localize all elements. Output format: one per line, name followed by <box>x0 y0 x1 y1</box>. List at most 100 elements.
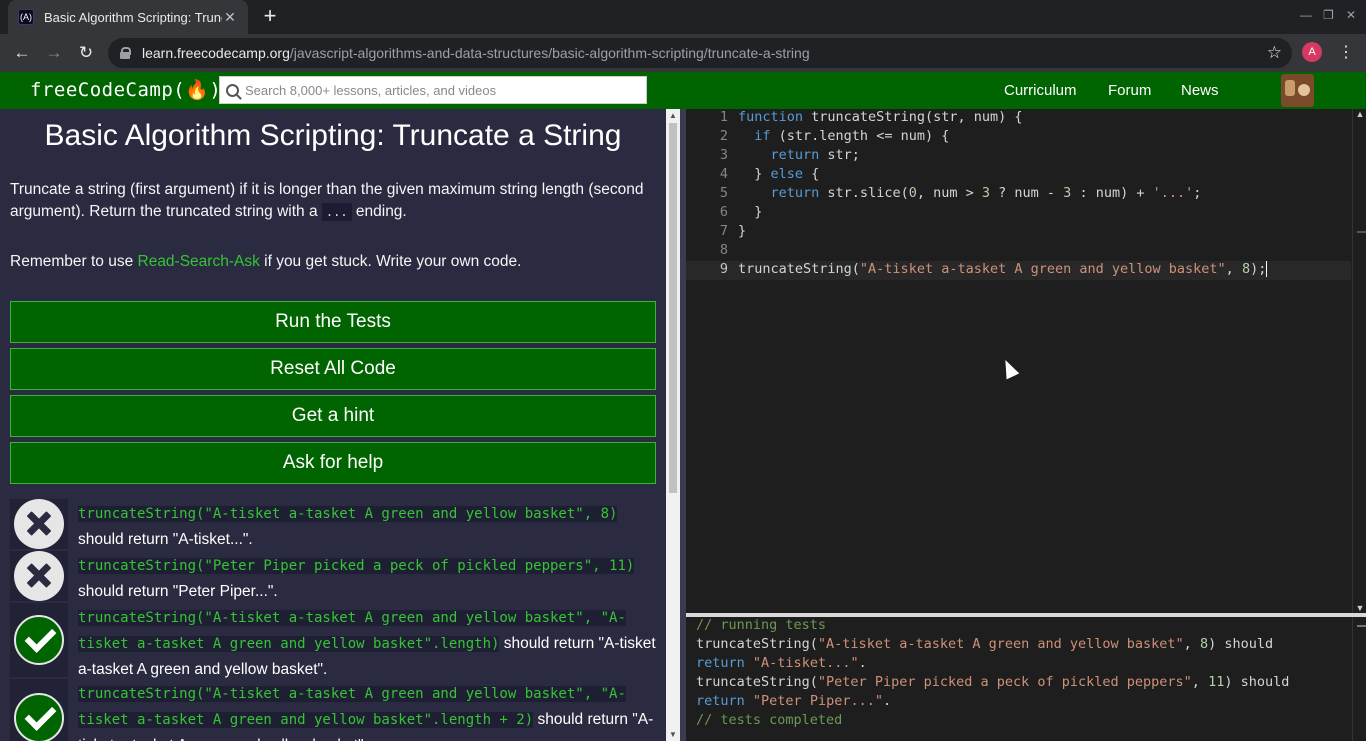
test-text: truncateString("A-tisket a-tasket A gree… <box>68 603 656 678</box>
test-text: truncateString("A-tisket a-tasket A gree… <box>68 499 656 549</box>
challenge-pane: Basic Algorithm Scripting: Truncate a St… <box>0 109 666 741</box>
code-line: 7} <box>686 223 1351 242</box>
scroll-up-icon[interactable]: ▲ <box>666 111 680 120</box>
fcc-favicon-icon: (A) <box>18 9 34 25</box>
code-text: if (str.length <= num) { <box>754 128 950 144</box>
test-code: truncateString("Peter Piper picked a pec… <box>78 558 635 574</box>
description-ending: ending. <box>351 203 407 220</box>
test-expectation: should return "Peter Piper...". <box>78 583 278 600</box>
scrollbar-thumb[interactable] <box>669 123 677 493</box>
test-expectation: should return "A-tisket...". <box>78 531 253 548</box>
console-scrollbar[interactable] <box>1352 617 1366 741</box>
reset-code-button[interactable]: Reset All Code <box>10 348 656 390</box>
fcc-navbar: freeCodeCamp(🔥) Curriculum Forum News <box>0 72 1366 109</box>
profile-avatar[interactable]: A <box>1302 42 1322 62</box>
code-line: 5 return str.slice(0, num > 3 ? num - 3 … <box>686 185 1351 204</box>
code-line-active: 9 truncateString("A-tisket a-tasket A gre… <box>686 261 1351 280</box>
fail-x-icon <box>14 499 64 549</box>
bookmark-star-icon[interactable]: ☆ <box>1267 43 1282 63</box>
test-status <box>10 679 68 741</box>
remember-note: Remember to use Read-Search-Ask if you g… <box>10 253 660 271</box>
test-status <box>10 551 68 601</box>
scrollbar-thumb[interactable] <box>1357 625 1366 627</box>
window-close-icon[interactable]: ✕ <box>1346 8 1356 22</box>
code-line: 1 function truncateString(str, num) { <box>686 109 1351 128</box>
restore-icon[interactable]: ❐ <box>1323 8 1334 22</box>
browser-tab[interactable]: (A) Basic Algorithm Scripting: Trunc ✕ <box>8 0 248 34</box>
console-line: truncateString("Peter Piper picked a pec… <box>696 674 1290 690</box>
address-toolbar: ← → ↻ learn.freecodecamp.org/javascript-… <box>0 34 1366 72</box>
nav-news-link[interactable]: News <box>1181 82 1219 99</box>
browser-tab-bar: (A) Basic Algorithm Scripting: Trunc ✕ +… <box>0 0 1366 34</box>
test-text: truncateString("Peter Piper picked a pec… <box>68 551 656 601</box>
search-input[interactable] <box>245 82 635 98</box>
code-line: 2 if (str.length <= num) { <box>686 128 1351 147</box>
scroll-down-icon[interactable]: ▼ <box>666 730 680 739</box>
code-text: return str; <box>770 147 860 163</box>
code-text: } <box>738 223 747 239</box>
console-line: // tests completed <box>696 712 843 728</box>
tab-close-icon[interactable]: ✕ <box>222 9 238 26</box>
output-console: // running tests truncateString("A-tiske… <box>686 617 1366 741</box>
remember-text-1: Remember to use <box>10 253 138 270</box>
code-text: } <box>738 204 763 220</box>
read-search-ask-link[interactable]: Read-Search-Ask <box>138 253 260 270</box>
test-status <box>10 499 68 549</box>
line-number: 8 <box>719 242 728 258</box>
get-hint-button[interactable]: Get a hint <box>10 395 656 437</box>
lock-icon <box>120 47 131 59</box>
test-status <box>10 603 68 677</box>
tab-title: Basic Algorithm Scripting: Trunc <box>44 9 222 25</box>
line-number: 4 <box>719 166 728 182</box>
url-path: /javascript-algorithms-and-data-structur… <box>289 45 810 61</box>
ask-help-button[interactable]: Ask for help <box>10 442 656 484</box>
url-host: learn.freecodecamp.org <box>142 45 290 61</box>
test-result-row: truncateString("A-tisket a-tasket A gree… <box>10 499 656 549</box>
user-avatar[interactable] <box>1281 74 1314 107</box>
line-number: 7 <box>719 223 728 239</box>
line-number: 9 <box>719 261 728 277</box>
scroll-up-icon[interactable]: ▲ <box>1353 109 1366 119</box>
code-line: 6 } <box>686 204 1351 223</box>
line-number: 5 <box>719 185 728 201</box>
code-text: truncateString("A-tisket a-tasket A gree… <box>738 261 1268 277</box>
scroll-down-icon[interactable]: ▼ <box>1353 603 1366 613</box>
line-number: 6 <box>719 204 728 220</box>
nav-forum-link[interactable]: Forum <box>1108 82 1151 99</box>
search-bar[interactable] <box>219 76 647 104</box>
fcc-logo[interactable]: freeCodeCamp(🔥) <box>30 78 221 101</box>
code-line: 4 } else { <box>686 166 1351 185</box>
scrollbar-thumb[interactable] <box>1357 231 1366 233</box>
ellipsis-code: ... <box>321 203 352 221</box>
code-text: } else { <box>738 166 820 182</box>
new-tab-button[interactable]: + <box>258 5 282 29</box>
minimize-icon[interactable]: — <box>1300 8 1312 22</box>
url-bar[interactable]: learn.freecodecamp.org/javascript-algori… <box>108 38 1292 68</box>
console-line: // running tests <box>696 617 827 633</box>
code-editor[interactable]: 1 function truncateString(str, num) { 2 i… <box>686 109 1366 613</box>
line-number: 2 <box>719 128 728 144</box>
browser-menu-icon[interactable]: ⋮ <box>1338 42 1354 62</box>
search-icon <box>226 83 239 97</box>
line-number: 1 <box>719 109 728 125</box>
console-line: return "Peter Piper...". <box>696 693 892 709</box>
test-code: truncateString("A-tisket a-tasket A gree… <box>78 506 618 522</box>
code-line: 8 <box>686 242 1351 261</box>
console-line: truncateString("A-tisket a-tasket A gree… <box>696 636 1274 652</box>
fail-x-icon <box>14 551 64 601</box>
console-line: return "A-tisket...". <box>696 655 867 671</box>
remember-text-2: if you get stuck. Write your own code. <box>259 253 522 270</box>
pass-check-icon <box>14 615 64 665</box>
editor-scrollbar[interactable]: ▲ ▼ <box>1352 109 1366 613</box>
forward-icon[interactable]: → <box>44 43 64 63</box>
test-result-row: truncateString("Peter Piper picked a pec… <box>10 551 656 601</box>
run-tests-button[interactable]: Run the Tests <box>10 301 656 343</box>
url-text: learn.freecodecamp.org/javascript-algori… <box>142 45 810 61</box>
code-line: 3 return str; <box>686 147 1351 166</box>
reload-icon[interactable]: ↻ <box>76 43 96 63</box>
challenge-scrollbar[interactable]: ▲ ▼ <box>666 109 680 741</box>
back-icon[interactable]: ← <box>12 43 32 63</box>
nav-curriculum-link[interactable]: Curriculum <box>1004 82 1077 99</box>
line-number: 3 <box>719 147 728 163</box>
challenge-description: Truncate a string (first argument) if it… <box>10 179 660 223</box>
